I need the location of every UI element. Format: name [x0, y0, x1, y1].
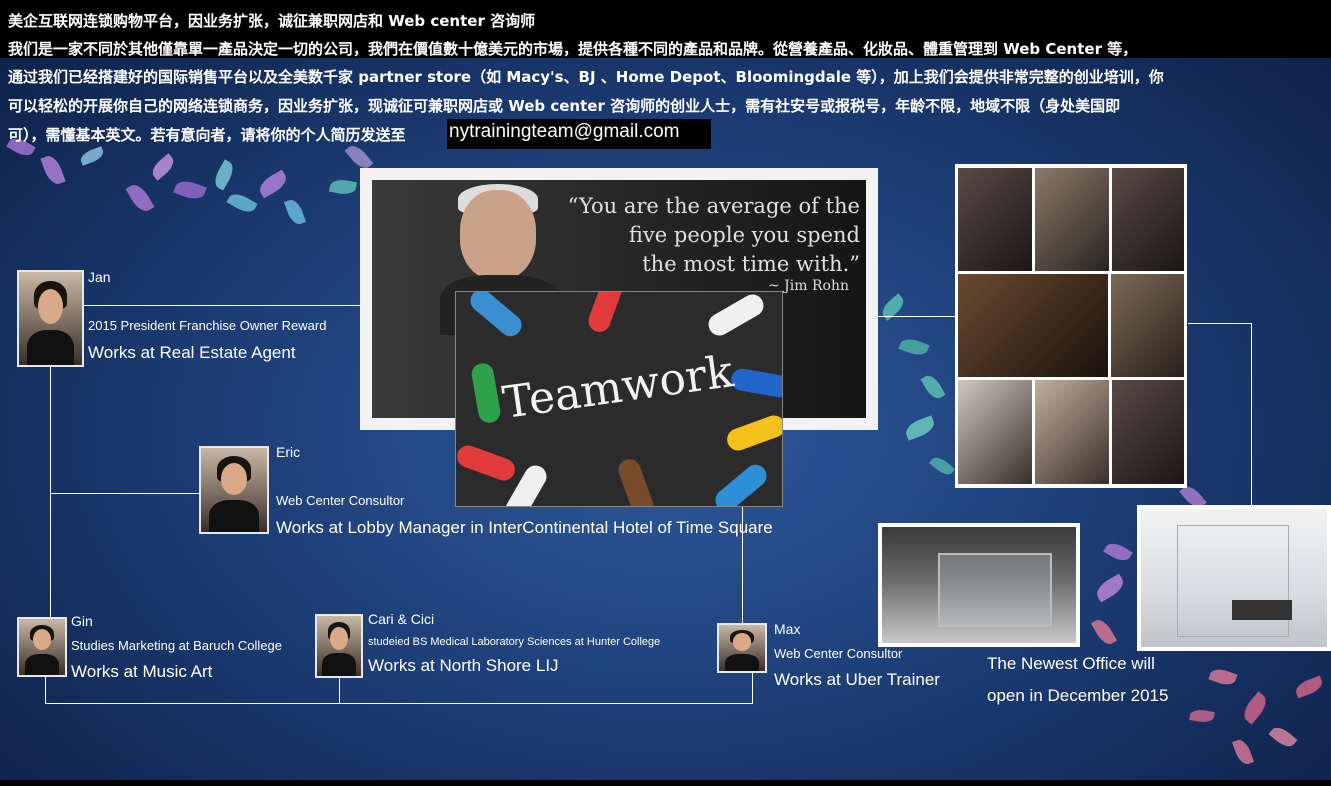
- quote-line-2: five people you spend: [628, 223, 860, 247]
- person-work-cari-cici: Works at North Shore LIJ: [368, 656, 559, 675]
- office-caption-line-1: The Newest Office will: [987, 654, 1155, 673]
- office-photo-2: [1137, 505, 1331, 651]
- person-name-jan: Jan: [88, 269, 111, 285]
- person-role-eric: Web Center Consultor: [276, 493, 405, 508]
- person-name-gin: Gin: [71, 613, 93, 629]
- header-paragraph-line-2: 通过我们已经搭建好的国际销售平台以及全美数千家 partner store（如 …: [8, 68, 1164, 86]
- person-role-jan: 2015 President Franchise Owner Reward: [88, 318, 327, 333]
- office-photo-1: [878, 523, 1080, 647]
- header-title: 美企互联网连锁购物平台，因业务扩张，诚征兼职网店和 Web center 咨询师: [8, 12, 536, 30]
- avatar-jan: [17, 270, 84, 367]
- person-name-max: Max: [774, 621, 801, 637]
- person-role-gin: Studies Marketing at Baruch College: [71, 638, 283, 653]
- avatar-gin: [17, 617, 67, 677]
- teamwork-word: Teamwork: [499, 346, 737, 429]
- quote-line-1: “You are the average of the: [567, 194, 860, 218]
- person-role-max: Web Center Consultor: [774, 646, 903, 661]
- person-name-cari-cici: Cari & Cici: [368, 611, 435, 627]
- person-role-cari-cici: studeied BS Medical Laboratory Sciences …: [368, 636, 661, 648]
- header-paragraph-line-1: 我们是一家不同於其他僅靠單一產品決定一切的公司，我們在價值數十億美元的市場，提供…: [8, 40, 1138, 58]
- person-work-max: Works at Uber Trainer: [774, 670, 940, 689]
- person-name-eric: Eric: [276, 444, 301, 460]
- team-photo-collage: [955, 164, 1187, 488]
- header-paragraph-line-3: 可以轻松的开展你自己的网络连锁商务，因业务扩张，现诚征可兼职网店或 Web ce…: [8, 97, 1121, 115]
- person-work-jan: Works at Real Estate Agent: [88, 343, 296, 362]
- person-work-gin: Works at Music Art: [71, 662, 213, 681]
- avatar-cari-cici: [315, 614, 363, 678]
- teamwork-image: Teamwork: [455, 291, 783, 507]
- contact-email[interactable]: nytrainingteam@gmail.com: [449, 121, 680, 143]
- quote-line-3: the most time with.”: [642, 252, 860, 276]
- office-caption-line-2: open in December 2015: [987, 686, 1169, 705]
- person-work-eric: Works at Lobby Manager in InterContinent…: [276, 518, 773, 537]
- bottom-bar: [0, 780, 1331, 786]
- avatar-max: [717, 623, 767, 673]
- avatar-eric: [199, 446, 269, 534]
- header-paragraph-line-4: 可），需懂基本英文。若有意向者，请将你的个人简历发送至: [8, 126, 406, 144]
